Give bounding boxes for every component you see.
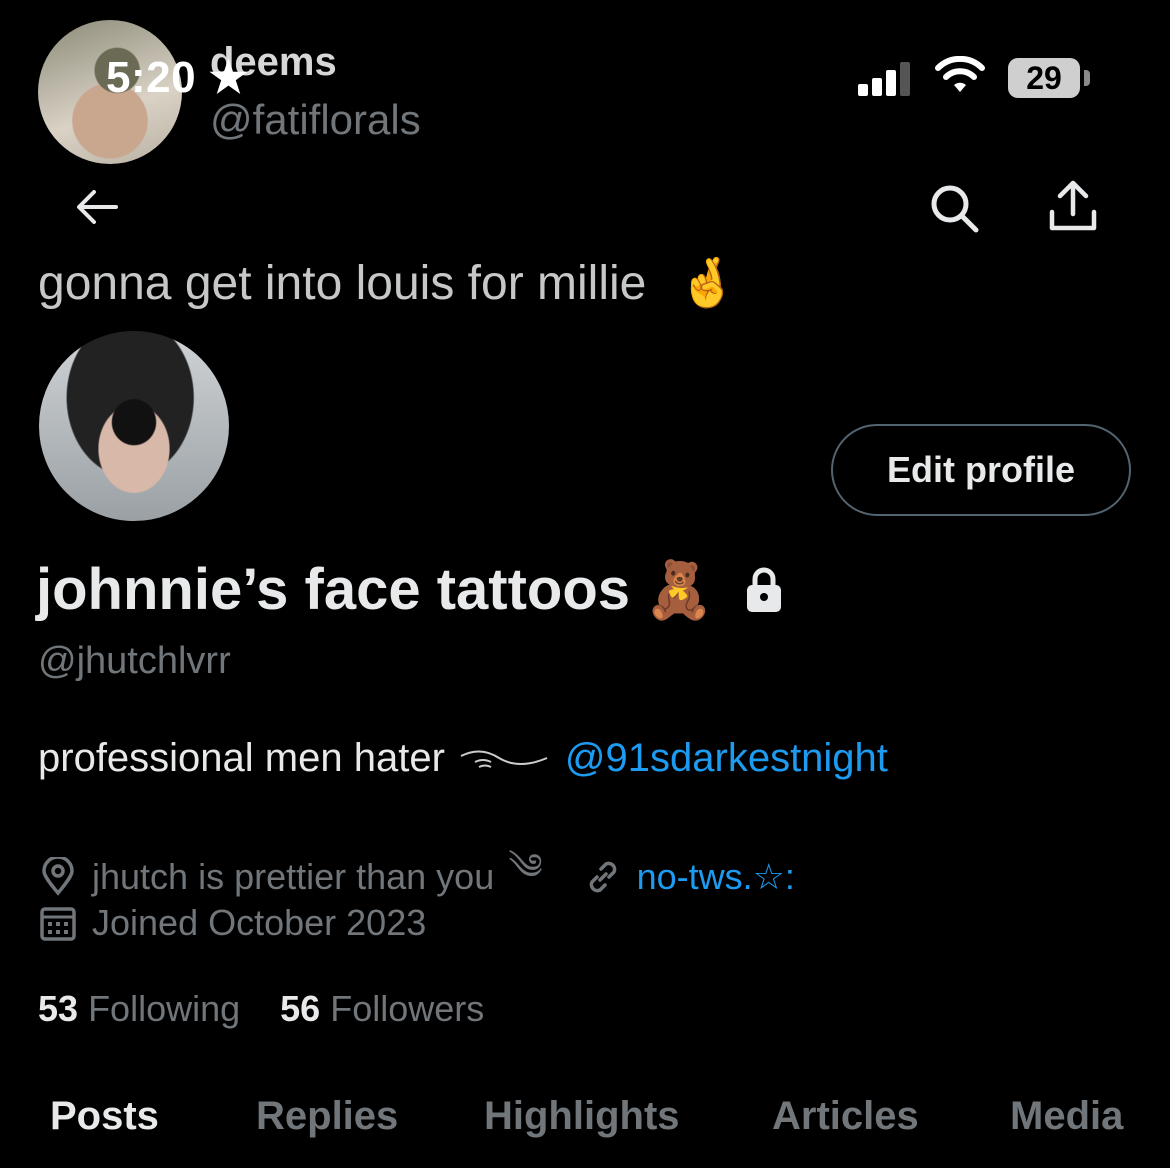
- quoted-handle[interactable]: @fatiflorals: [210, 96, 421, 144]
- quoted-tweet-text[interactable]: gonna get into louis for millie 🤞: [38, 254, 737, 311]
- battery-indicator: 29: [1008, 58, 1080, 98]
- location-pin-icon: [42, 857, 74, 896]
- tab-posts[interactable]: Posts: [50, 1094, 159, 1139]
- link-icon: [589, 861, 616, 893]
- followers-link[interactable]: 56 Followers: [280, 988, 484, 1029]
- profile-display-name: johnnie’s face tattoos 🧸: [36, 556, 784, 623]
- tab-media[interactable]: Media: [1010, 1094, 1123, 1139]
- bio-mention-link[interactable]: @91sdarkestnight: [565, 736, 888, 781]
- profile-website-link[interactable]: no-tws.☆:: [637, 856, 795, 898]
- tab-highlights[interactable]: Highlights: [484, 1094, 680, 1139]
- status-time: 5:20 ★: [106, 53, 249, 102]
- search-icon[interactable]: [926, 180, 982, 236]
- teddy-bear-emoji: 🧸: [644, 557, 714, 621]
- battery-nub: [1084, 70, 1090, 86]
- back-arrow-icon[interactable]: [72, 182, 122, 232]
- profile-location: jhutch is prettier than you: [92, 856, 495, 897]
- profile-joined: Joined October 2023: [38, 902, 426, 944]
- follow-counts: 53 Following 56 Followers: [38, 988, 484, 1030]
- wave-icon: [460, 750, 548, 768]
- calendar-icon: [40, 907, 76, 941]
- share-icon[interactable]: [1046, 176, 1100, 236]
- profile-handle: @jhutchlvrr: [38, 640, 231, 682]
- tab-replies[interactable]: Replies: [256, 1094, 398, 1139]
- cellular-signal-icon: [858, 62, 916, 96]
- crossed-fingers-emoji: 🤞: [677, 257, 738, 310]
- tab-articles[interactable]: Articles: [772, 1094, 919, 1139]
- edit-profile-button[interactable]: Edit profile: [831, 424, 1131, 516]
- profile-tabs: Posts Replies Highlights Articles Media: [0, 1094, 1170, 1154]
- profile-avatar[interactable]: [36, 328, 232, 524]
- wifi-icon: [935, 56, 985, 92]
- lock-icon: [746, 567, 781, 612]
- star-icon: ★: [196, 53, 249, 102]
- following-link[interactable]: 53 Following: [38, 988, 240, 1029]
- profile-bio: professional men hater @91sdarkestnight: [38, 736, 888, 781]
- location-emoji: ༄: [508, 846, 543, 887]
